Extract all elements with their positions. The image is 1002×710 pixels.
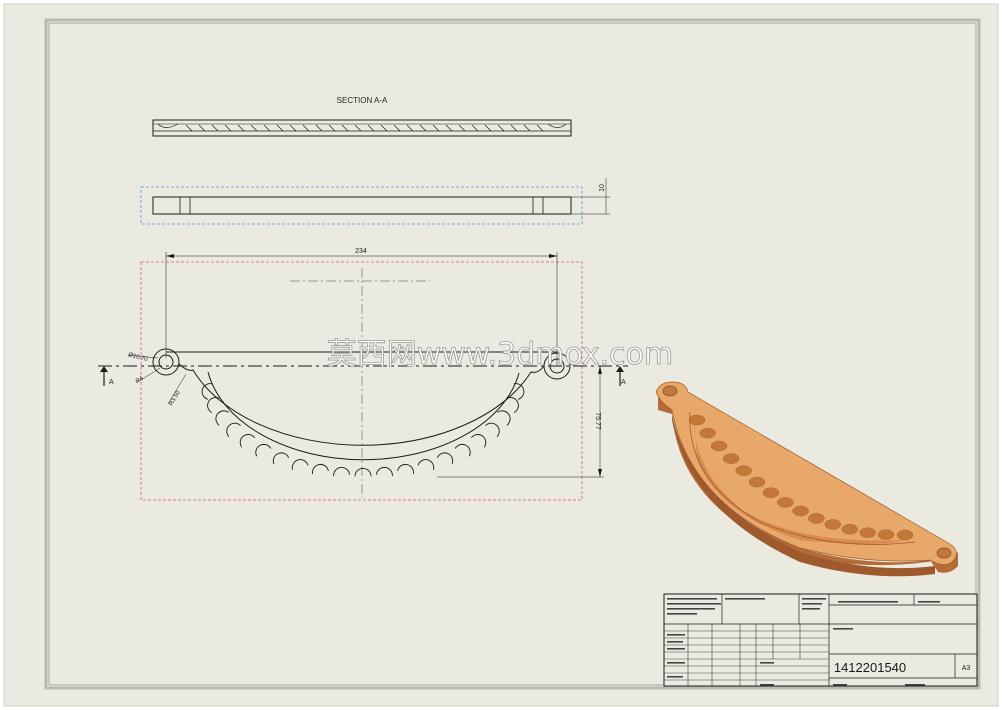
drawing-sheet: SECTION A-A 10 234 A A 75.77 Ø10.70 R4 R… — [0, 0, 1002, 710]
iso-scallop — [735, 465, 752, 476]
iso-scallop — [777, 497, 794, 508]
width-dimension: 234 — [355, 248, 367, 255]
sheet-size: A3 — [962, 665, 971, 672]
title-block: 1412201540 A3 — [663, 593, 978, 687]
thickness-dimension: 10 — [599, 184, 606, 192]
drawing-number: 1412201540 — [834, 660, 906, 675]
iso-scallop — [859, 527, 876, 538]
iso-scallop — [762, 487, 780, 498]
iso-scallop — [699, 427, 716, 439]
iso-scallop — [808, 513, 825, 524]
section-mark-right: A — [621, 379, 626, 386]
iso-scallop — [688, 414, 706, 426]
iso-scallop — [748, 476, 766, 488]
section-mark-left: A — [109, 379, 114, 386]
iso-scallop — [841, 524, 859, 535]
iso-scallop — [896, 529, 914, 541]
iso-scallop — [824, 519, 841, 530]
iso-scallop — [710, 440, 728, 452]
iso-scallop — [877, 529, 895, 540]
height-dimension: 75.77 — [594, 412, 601, 430]
iso-scallop — [722, 453, 740, 464]
iso-scallop — [792, 505, 809, 517]
watermark: 莫西网www.3dmox.com — [327, 337, 674, 372]
section-label: SECTION A-A — [337, 96, 388, 105]
